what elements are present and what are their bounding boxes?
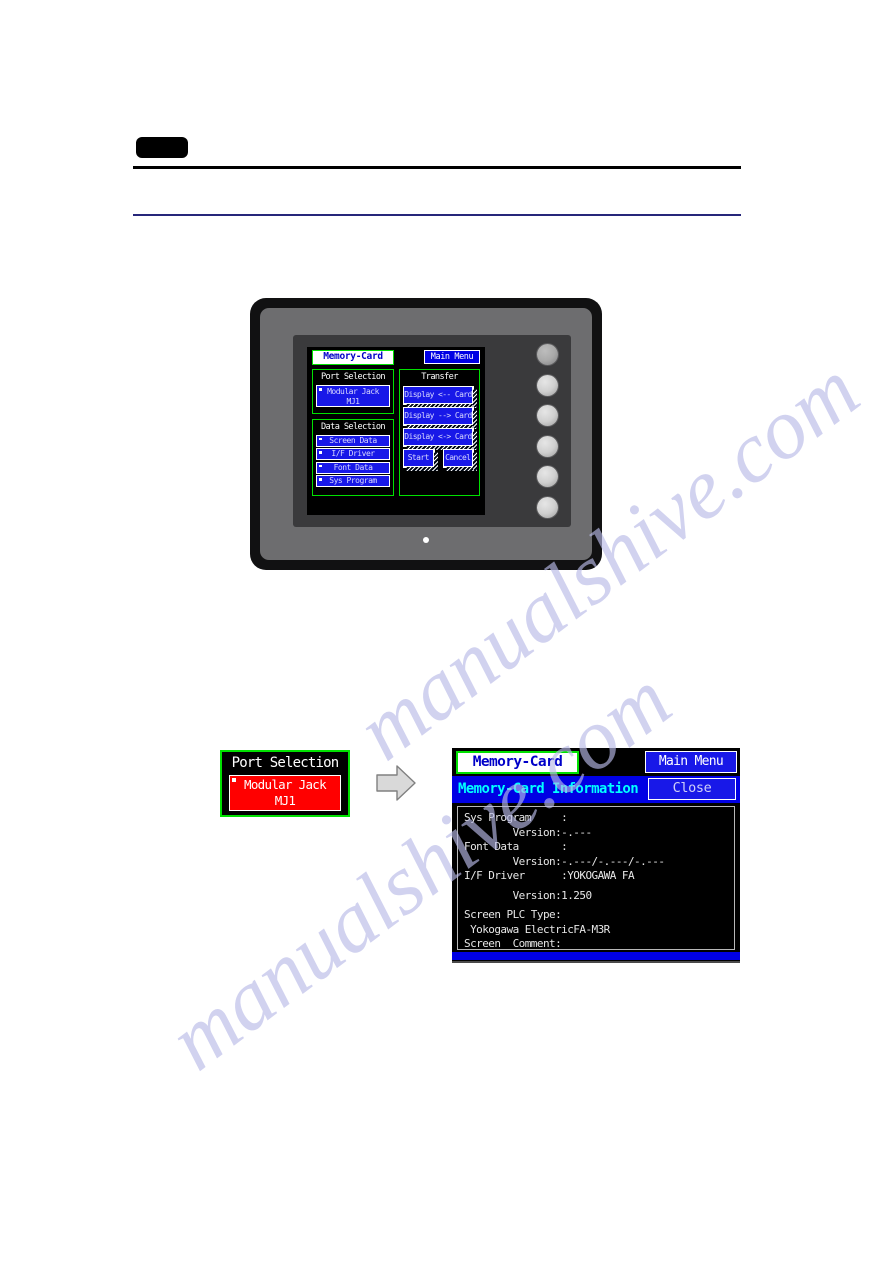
bullet-icon (319, 464, 322, 467)
callout-port-item-line1: Modular Jack (244, 777, 327, 792)
transfer-panel: Transfer Display <-- Card Display --> Ca… (399, 369, 480, 496)
info-title-bar: Memory-Card Main Menu (452, 748, 740, 776)
page-watermark: manualshive.com manualshive.com (0, 0, 893, 1263)
port-selection-panel: Port Selection Modular Jack MJ1 (312, 369, 394, 414)
info-line: Screen PLC Type: (464, 908, 562, 921)
data-item-screen-data[interactable]: Screen Data (316, 434, 390, 447)
info-sub-bar: Memory-Card Information Close (452, 776, 740, 803)
callout-port-selection: Port Selection Modular Jack MJ1 (220, 750, 350, 817)
port-selection-heading: Port Selection (320, 372, 386, 382)
bullet-icon (319, 451, 322, 454)
info-line: I/F Driver :YOKOGAWA FA (464, 869, 635, 882)
transfer-heading: Transfer (421, 372, 458, 382)
transfer-button-display-from-card[interactable]: Display <-- Card (403, 386, 477, 408)
port-item-line2: MJ1 (346, 397, 360, 406)
info-line: Sys Program : (464, 811, 568, 824)
main-menu-button[interactable]: Main Menu (424, 350, 480, 364)
info-body: Sys Program : Version:-.--- Font Data : … (457, 806, 735, 950)
info-line: Version:-.---/-.---/-.--- (464, 854, 665, 868)
data-selection-heading: Data Selection (320, 422, 386, 432)
data-item-if-driver[interactable]: I/F Driver (316, 448, 390, 460)
info-bottom-bar (452, 952, 740, 960)
data-selection-panel: Data Selection Screen Data I/F Driver Fo… (312, 419, 394, 496)
transfer-button-display-both-card[interactable]: Display <-> Card (403, 428, 477, 450)
power-led-indicator (423, 537, 429, 543)
hmi-device: Memory-Card Main Menu Port Selection Mod… (250, 298, 602, 570)
port-item-modular-jack-mj1[interactable]: Modular Jack MJ1 (316, 385, 390, 407)
bullet-icon (319, 478, 322, 481)
device-screen-frame: Memory-Card Main Menu Port Selection Mod… (293, 335, 571, 527)
callout-port-item-line2: MJ1 (274, 793, 296, 808)
chapter-tab-redacted (136, 137, 188, 158)
data-item-label: I/F Driver (331, 449, 375, 458)
callout-port-heading: Port Selection (231, 755, 340, 771)
port-item-line1: Modular Jack (327, 387, 379, 396)
cancel-button[interactable]: Cancel (442, 449, 477, 471)
device-lcd-screen: Memory-Card Main Menu Port Selection Mod… (307, 347, 485, 515)
function-button-6[interactable] (536, 496, 558, 518)
start-button[interactable]: Start (403, 449, 437, 471)
info-subtitle: Memory-Card Information (458, 781, 639, 797)
function-button-5[interactable] (536, 466, 558, 488)
bullet-icon (232, 778, 236, 782)
function-button-4[interactable] (536, 435, 558, 457)
header-rule (133, 166, 741, 169)
memory-card-information-screen: Memory-Card Main Menu Memory-Card Inform… (452, 748, 740, 963)
bullet-icon (319, 388, 322, 391)
lcd-title-bar: Memory-Card Main Menu (307, 347, 485, 367)
data-item-label: Screen Data (329, 435, 377, 445)
transfer-button-display-to-card[interactable]: Display --> Card (403, 407, 477, 429)
data-item-font-data[interactable]: Font Data (316, 461, 390, 474)
transfer-action-row: Start Cancel (400, 449, 479, 471)
data-item-sys-program[interactable]: Sys Program (316, 475, 390, 487)
callout-port-item-selected[interactable]: Modular Jack MJ1 (229, 775, 341, 811)
info-foot-rule (452, 961, 740, 963)
info-line: Yokogawa ElectricFA-M3R (464, 922, 610, 936)
header-accent-rule (133, 214, 741, 216)
data-item-label: Font Data (333, 462, 373, 472)
close-button[interactable]: Close (648, 778, 736, 800)
info-line: Version:1.250 (464, 888, 593, 902)
data-item-label: Sys Program (329, 476, 377, 485)
info-line: Version:-.--- (464, 825, 593, 839)
screen-title: Memory-Card (312, 350, 394, 365)
function-button-3[interactable] (536, 405, 558, 427)
info-main-menu-button[interactable]: Main Menu (645, 751, 737, 773)
function-button-1[interactable] (536, 344, 558, 365)
info-screen-title: Memory-Card (456, 751, 579, 774)
function-button-2[interactable] (536, 374, 558, 396)
bullet-icon (319, 437, 322, 440)
arrow-right-icon (376, 765, 416, 801)
device-bezel: Memory-Card Main Menu Port Selection Mod… (260, 308, 592, 560)
device-function-button-rail (530, 344, 564, 518)
info-line: Font Data : (464, 840, 568, 853)
info-line: Screen Comment: (464, 937, 562, 950)
